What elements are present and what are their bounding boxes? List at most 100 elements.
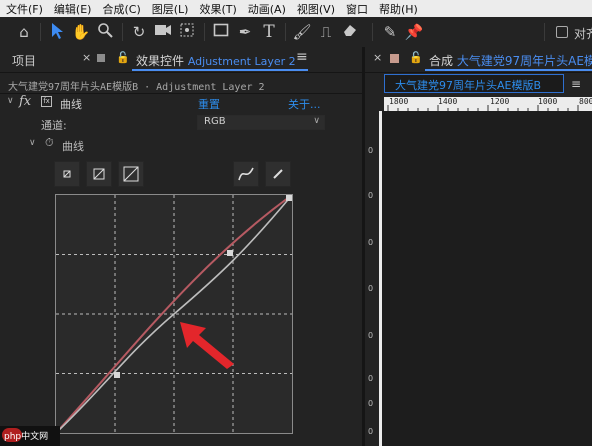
curve-point-tool-button[interactable]	[233, 161, 259, 187]
expand-chevron-icon[interactable]: ∨	[7, 96, 14, 106]
tab-composition[interactable]: 合成 大气建党97周年片头AE模	[429, 52, 592, 69]
toolbar-divider	[40, 23, 41, 41]
comp-color-icon	[390, 54, 399, 63]
menu-help[interactable]: 帮助(H)	[373, 1, 423, 17]
curves-graph-canvas	[56, 195, 292, 433]
large-graph-button[interactable]	[118, 161, 144, 187]
pencil-icon	[273, 169, 283, 179]
menu-effect[interactable]: 效果(T)	[193, 1, 241, 17]
medium-graph-icon	[93, 168, 105, 180]
bezier-curve-icon	[238, 167, 254, 181]
menu-animation[interactable]: 动画(A)	[242, 1, 291, 17]
tab-composition-prefix: 合成	[429, 54, 454, 68]
menu-layer[interactable]: 图层(L)	[146, 1, 194, 17]
hand-tool-icon[interactable]: ✋	[71, 22, 91, 42]
divider	[0, 93, 362, 94]
vruler-tick: 0	[368, 191, 374, 200]
breadcrumb: 大气建党97周年片头AE模版B · Adjustment Layer 2	[8, 82, 265, 93]
zoom-tool-icon[interactable]	[95, 22, 115, 42]
menu-file[interactable]: 文件(F)	[0, 1, 48, 17]
text-tool-icon[interactable]: T	[259, 22, 279, 42]
chevron-down-icon: ∨	[313, 116, 320, 126]
toolbar-divider	[122, 23, 123, 41]
selection-tool-icon[interactable]	[47, 22, 67, 42]
curves-graph[interactable]	[55, 194, 293, 434]
lock-icon[interactable]	[97, 54, 105, 62]
channel-label: 通道:	[41, 119, 67, 132]
toolbar-divider	[204, 23, 205, 41]
eraser-tool-icon[interactable]	[340, 22, 360, 42]
active-tab-underline	[425, 69, 592, 71]
brush-tool-icon[interactable]: 🖌	[292, 22, 312, 42]
panel-menu-icon[interactable]: ≡	[571, 77, 581, 91]
large-graph-icon	[123, 166, 139, 182]
vruler-tick: 0	[368, 399, 374, 408]
pencil-tool-button[interactable]	[265, 161, 291, 187]
close-icon[interactable]: ×	[373, 51, 382, 64]
menu-view[interactable]: 视图(V)	[291, 1, 340, 17]
home-icon[interactable]: ⌂	[14, 22, 34, 42]
vruler-tick: 0	[368, 374, 374, 383]
vruler-tick: 0	[368, 284, 374, 293]
roto-brush-tool-icon[interactable]: ✎	[380, 22, 400, 42]
medium-graph-button[interactable]	[86, 161, 112, 187]
rectangle-tool-icon[interactable]	[211, 22, 231, 42]
toolbar-divider	[372, 23, 373, 41]
fx-icon[interactable]: fx	[19, 94, 31, 109]
horizontal-ruler: 1800 1400 1200 1000 800	[384, 97, 592, 111]
vruler-tick: 0	[368, 427, 374, 436]
tab-project[interactable]: 项目	[12, 52, 36, 69]
vruler-tick: 0	[368, 331, 374, 340]
snap-checkbox[interactable]	[556, 26, 568, 38]
curves-property-label: 曲线	[62, 140, 84, 153]
menu-window[interactable]: 窗口	[340, 1, 373, 17]
channel-value: RGB	[204, 116, 226, 127]
menu-composition[interactable]: 合成(C)	[96, 1, 145, 17]
menu-bar: 文件(F) 编辑(E) 合成(C) 图层(L) 效果(T) 动画(A) 视图(V…	[0, 0, 592, 17]
tab-effect-controls-prefix: 效果控件	[136, 54, 185, 68]
pan-behind-tool-icon[interactable]	[177, 22, 197, 42]
curve-control-point[interactable]	[286, 195, 292, 201]
effect-preset-icon[interactable]: fx	[41, 96, 52, 107]
toolbar-divider	[285, 23, 286, 41]
composition-viewer[interactable]	[382, 111, 592, 446]
reset-link[interactable]: 重置	[198, 96, 220, 112]
about-link[interactable]: 关于...	[288, 96, 321, 112]
camera-tool-icon[interactable]	[153, 22, 173, 42]
watermark-text: php中文网	[4, 432, 49, 442]
panel-menu-icon[interactable]: ≡	[296, 49, 308, 65]
annotation-arrow-icon	[180, 322, 234, 369]
toolbar-divider	[544, 23, 545, 41]
clone-stamp-tool-icon[interactable]: ⎍	[316, 22, 336, 42]
vruler-tick: 0	[368, 146, 374, 155]
expand-chevron-icon[interactable]: ∨	[29, 138, 36, 148]
snap-label: 对齐	[574, 27, 592, 41]
effect-name: 曲线	[60, 98, 82, 111]
panel-lock-icon[interactable]: 🔓	[116, 51, 130, 64]
toolbar: ⌂ ✋ ↻ ✒ T 🖌 ⎍ ✎ 📌 对齐	[0, 17, 592, 48]
vertical-ruler: 0 0 0 0 0 0 0 0	[365, 111, 379, 446]
channel-dropdown[interactable]: RGB ∨	[197, 115, 325, 130]
small-graph-icon	[63, 170, 71, 178]
tab-effect-controls-layer: Adjustment Layer 2	[187, 55, 296, 68]
ruler-corner	[365, 97, 384, 111]
curve-control-point[interactable]	[114, 372, 120, 378]
comp-subtab[interactable]: 大气建党97周年片头AE模版B	[384, 74, 564, 93]
watermark: php中文网	[0, 426, 60, 446]
right-tab-row: × 🔓 合成 大气建党97周年片头AE模	[365, 47, 592, 73]
pen-tool-icon[interactable]: ✒	[235, 22, 255, 42]
left-tab-row: 项目 × 🔓 效果控件 Adjustment Layer 2 ≡	[0, 47, 362, 73]
stopwatch-icon[interactable]: ⏱	[45, 136, 54, 150]
curve-control-point[interactable]	[227, 250, 233, 256]
panel-lock-icon[interactable]: 🔓	[409, 51, 423, 64]
close-icon[interactable]: ×	[82, 51, 91, 64]
tab-composition-name: 大气建党97周年片头AE模	[456, 54, 592, 68]
tab-effect-controls[interactable]: 效果控件 Adjustment Layer 2	[136, 52, 296, 69]
comp-subtab-label: 大气建党97周年片头AE模版B	[395, 79, 542, 92]
active-tab-underline	[132, 69, 308, 71]
puppet-pin-tool-icon[interactable]: 📌	[404, 22, 424, 42]
vruler-tick: 0	[368, 238, 374, 247]
small-graph-button[interactable]	[54, 161, 80, 187]
menu-edit[interactable]: 编辑(E)	[48, 1, 97, 17]
rotate-tool-icon[interactable]: ↻	[129, 22, 149, 42]
